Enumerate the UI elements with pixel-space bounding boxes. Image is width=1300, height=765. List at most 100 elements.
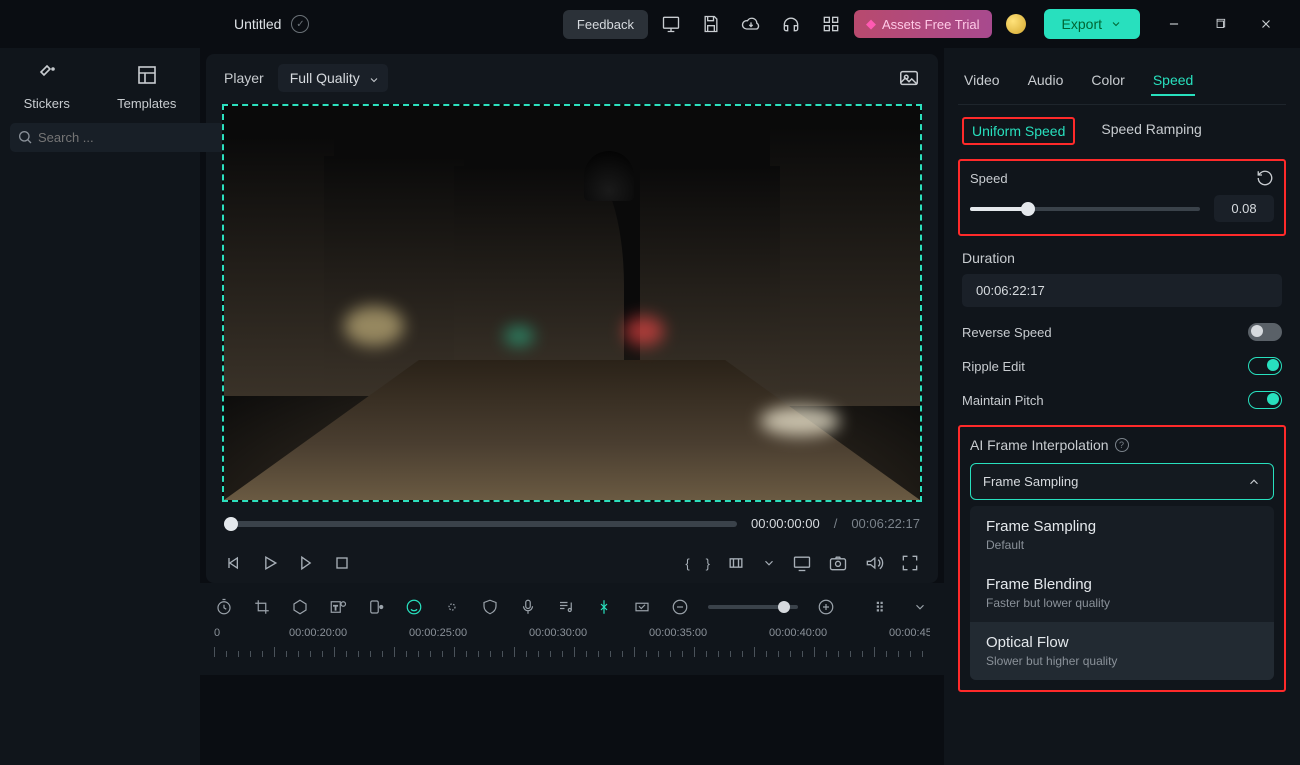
interpolation-select[interactable]: Frame Sampling [970, 463, 1274, 500]
volume-icon[interactable] [864, 553, 884, 573]
speed-subtabs: Uniform Speed Speed Ramping [958, 105, 1286, 157]
window-close-icon[interactable] [1256, 14, 1276, 34]
tab-audio[interactable]: Audio [1026, 66, 1066, 96]
assets-trial-label: Assets Free Trial [882, 17, 980, 32]
chevron-down-icon [1110, 18, 1122, 30]
ruler-mark: 00:00:20:00 [289, 627, 347, 639]
timeline-ruler[interactable]: 0 00:00:20:00 00:00:25:00 00:00:30:00 00… [214, 627, 930, 667]
left-sidebar: Stickers Templates ⋯ [0, 48, 200, 765]
sparkle-icon[interactable] [442, 597, 462, 617]
stop-icon[interactable] [332, 553, 352, 573]
subtab-uniform-speed[interactable]: Uniform Speed [962, 117, 1075, 145]
chevron-down-icon[interactable] [910, 597, 930, 617]
snapshot-icon[interactable] [898, 67, 920, 89]
subtab-speed-ramping[interactable]: Speed Ramping [1093, 117, 1209, 145]
speed-value[interactable]: 0.08 [1214, 195, 1274, 222]
maintain-pitch-label: Maintain Pitch [962, 393, 1044, 408]
export-button[interactable]: Export [1044, 9, 1140, 39]
sidebar-item-templates[interactable]: Templates [117, 62, 176, 111]
theme-moon-icon[interactable] [1006, 14, 1026, 34]
help-icon[interactable]: ? [1115, 438, 1129, 452]
center-area: Player Full Quality 00:00:00:00 [200, 48, 944, 765]
interpolation-option-frame-sampling[interactable]: Frame Sampling Default [970, 506, 1274, 564]
monitor-icon[interactable] [660, 13, 682, 35]
aspect-icon[interactable] [726, 553, 746, 573]
duration-label: Duration [962, 250, 1015, 266]
zoom-in-icon[interactable] [816, 597, 836, 617]
ruler-mark: 00:00:35:00 [649, 627, 707, 639]
headset-icon[interactable] [780, 13, 802, 35]
window-restore-icon[interactable] [1210, 14, 1230, 34]
stickers-label: Stickers [24, 96, 70, 111]
mask-icon[interactable] [290, 597, 310, 617]
text-overlay-icon[interactable]: T [328, 597, 348, 617]
next-clip-icon[interactable] [296, 553, 316, 573]
ripple-edit-toggle[interactable] [1248, 357, 1282, 375]
record-device-icon[interactable] [366, 597, 386, 617]
ruler-mark: 00:00:25:00 [409, 627, 467, 639]
brace-left-icon[interactable]: { [685, 556, 689, 571]
search-input[interactable] [10, 123, 242, 152]
brace-right-icon[interactable]: } [706, 556, 710, 571]
speed-slider[interactable] [970, 207, 1200, 211]
export-label: Export [1062, 16, 1102, 32]
ruler-mark: 00:00:30:00 [529, 627, 587, 639]
zoom-slider[interactable] [708, 605, 798, 609]
grid-apps-icon[interactable] [820, 13, 842, 35]
interpolation-option-frame-blending[interactable]: Frame Blending Faster but lower quality [970, 564, 1274, 622]
playback-controls: { } [206, 543, 938, 583]
properties-panel: Video Audio Color Speed Uniform Speed Sp… [944, 48, 1300, 765]
mic-icon[interactable] [518, 597, 538, 617]
window-minimize-icon[interactable] [1164, 14, 1184, 34]
save-icon[interactable] [700, 13, 722, 35]
timeline-toolbar: T [214, 591, 930, 623]
speed-slider-thumb[interactable] [1021, 202, 1035, 216]
fullscreen-icon[interactable] [900, 553, 920, 573]
speed-section-highlight: Speed 0.08 [958, 159, 1286, 236]
quality-value: Full Quality [290, 70, 360, 86]
scrub-track[interactable] [224, 521, 737, 527]
reverse-speed-toggle[interactable] [1248, 323, 1282, 341]
chevron-down-icon[interactable] [762, 556, 776, 570]
interpolation-options: Frame Sampling Default Frame Blending Fa… [970, 506, 1274, 680]
camera-icon[interactable] [828, 553, 848, 573]
display-icon[interactable] [792, 553, 812, 573]
ai-interpolation-highlight: AI Frame Interpolation ? Frame Sampling … [958, 425, 1286, 692]
crop-icon[interactable] [252, 597, 272, 617]
timecode-total: 00:06:22:17 [851, 516, 920, 531]
zoom-thumb[interactable] [778, 601, 790, 613]
prev-frame-icon[interactable] [224, 553, 244, 573]
ruler-mark: 00:00:40:00 [769, 627, 827, 639]
scrub-bar: 00:00:00:00 / 00:06:22:17 [206, 504, 938, 543]
tab-color[interactable]: Color [1089, 66, 1126, 96]
ai-interpolation-label: AI Frame Interpolation ? [970, 437, 1274, 453]
preview-video[interactable] [222, 104, 922, 502]
stickers-icon [34, 62, 60, 88]
smiley-icon[interactable] [404, 597, 424, 617]
assets-trial-button[interactable]: ◆ Assets Free Trial [854, 10, 992, 38]
player-label: Player [224, 70, 264, 86]
cloud-download-icon[interactable] [740, 13, 762, 35]
play-icon[interactable] [260, 553, 280, 573]
zoom-out-icon[interactable] [670, 597, 690, 617]
tab-speed[interactable]: Speed [1151, 66, 1195, 96]
aspect-ratio-icon[interactable] [632, 597, 652, 617]
scrub-thumb[interactable] [224, 517, 238, 531]
cut-icon[interactable] [594, 597, 614, 617]
quality-select[interactable]: Full Quality [278, 64, 388, 92]
feedback-button[interactable]: Feedback [563, 10, 648, 39]
duration-value[interactable]: 00:06:22:17 [962, 274, 1282, 307]
svg-text:T: T [334, 605, 338, 612]
interpolation-option-optical-flow[interactable]: Optical Flow Slower but higher quality [970, 622, 1274, 680]
sidebar-item-stickers[interactable]: Stickers [24, 62, 70, 111]
duration-section: Duration 00:06:22:17 [962, 250, 1282, 307]
shield-icon[interactable] [480, 597, 500, 617]
ripple-edit-row: Ripple Edit [962, 357, 1282, 375]
tab-video[interactable]: Video [962, 66, 1002, 96]
grid-view-icon[interactable] [872, 597, 892, 617]
music-list-icon[interactable] [556, 597, 576, 617]
maintain-pitch-toggle[interactable] [1248, 391, 1282, 409]
interpolation-selected: Frame Sampling [983, 474, 1078, 489]
reset-icon[interactable] [1256, 169, 1274, 187]
timer-icon[interactable] [214, 597, 234, 617]
